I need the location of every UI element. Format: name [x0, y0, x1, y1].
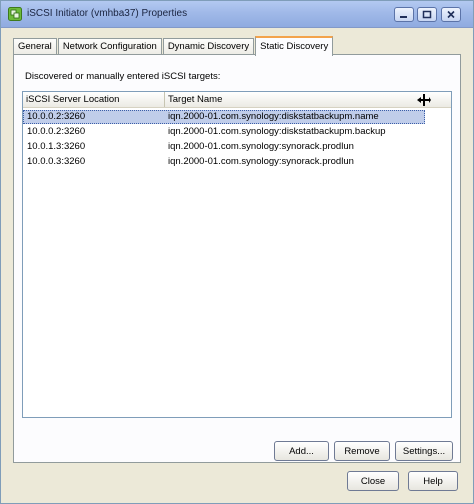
- table-row[interactable]: 10.0.0.2:3260 iqn.2000-01.com.synology:d…: [23, 125, 425, 139]
- title-bar[interactable]: iSCSI Initiator (vmhba37) Properties: [1, 1, 473, 28]
- table-header: iSCSI Server Location Target Name: [23, 92, 451, 108]
- tab-label: Network Configuration: [62, 41, 157, 52]
- tab-static-discovery[interactable]: Static Discovery: [255, 36, 334, 56]
- column-header-target-name[interactable]: Target Name: [165, 92, 451, 107]
- tab-strip: General Network Configuration Dynamic Di…: [13, 35, 334, 56]
- tab-label: Dynamic Discovery: [167, 41, 250, 52]
- remove-button[interactable]: Remove: [334, 441, 390, 461]
- maximize-icon: [422, 10, 432, 19]
- close-icon: [447, 10, 455, 19]
- close-window-button[interactable]: [441, 7, 461, 22]
- properties-dialog: iSCSI Initiator (vmhba37) Properties Gen…: [0, 0, 474, 504]
- tab-general[interactable]: General: [13, 38, 57, 55]
- tab-label: General: [18, 41, 52, 52]
- minimize-button[interactable]: [394, 7, 414, 22]
- add-button[interactable]: Add...: [274, 441, 329, 461]
- column-header-server-location[interactable]: iSCSI Server Location: [23, 92, 165, 107]
- maximize-button[interactable]: [417, 7, 437, 22]
- table-row[interactable]: 10.0.0.3:3260 iqn.2000-01.com.synology:s…: [23, 155, 425, 169]
- window-title: iSCSI Initiator (vmhba37) Properties: [27, 8, 188, 19]
- column-resize-cursor-icon: [417, 94, 431, 106]
- server-location-cell: 10.0.0.3:3260: [27, 156, 86, 167]
- target-name-cell: iqn.2000-01.com.synology:diskstatbackupm…: [168, 111, 379, 122]
- close-button[interactable]: Close: [347, 471, 399, 491]
- tab-dynamic-discovery[interactable]: Dynamic Discovery: [162, 38, 255, 55]
- vsphere-app-icon: [8, 7, 22, 21]
- server-location-cell: 10.0.1.3:3260: [27, 141, 86, 152]
- tab-network-configuration[interactable]: Network Configuration: [57, 38, 162, 55]
- minimize-icon: [400, 15, 407, 18]
- tab-label: Static Discovery: [260, 41, 329, 52]
- table-row[interactable]: 10.0.0.2:3260 iqn.2000-01.com.synology:d…: [23, 110, 425, 124]
- static-discovery-panel: Discovered or manually entered iSCSI tar…: [13, 54, 461, 463]
- targets-description: Discovered or manually entered iSCSI tar…: [25, 71, 221, 82]
- settings-button[interactable]: Settings...: [395, 441, 453, 461]
- target-name-cell: iqn.2000-01.com.synology:diskstatbackupm…: [168, 126, 386, 137]
- targets-table[interactable]: iSCSI Server Location Target Name 10.0.0…: [22, 91, 452, 418]
- target-name-cell: iqn.2000-01.com.synology:synorack.prodlu…: [168, 141, 354, 152]
- target-name-cell: iqn.2000-01.com.synology:synorack.prodlu…: [168, 156, 354, 167]
- server-location-cell: 10.0.0.2:3260: [27, 111, 86, 122]
- server-location-cell: 10.0.0.2:3260: [27, 126, 86, 137]
- help-button[interactable]: Help: [408, 471, 458, 491]
- table-row[interactable]: 10.0.1.3:3260 iqn.2000-01.com.synology:s…: [23, 140, 425, 154]
